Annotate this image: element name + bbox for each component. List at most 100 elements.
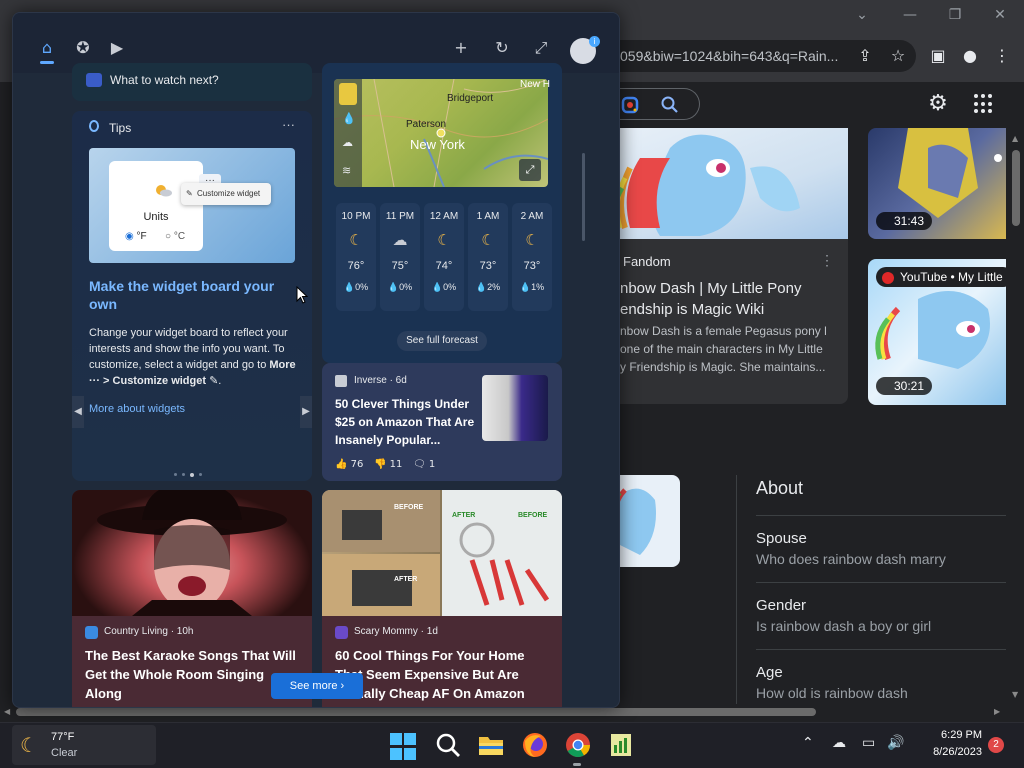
about-item-heading[interactable]: Age [756, 664, 783, 681]
restore-button[interactable]: ❐ [943, 4, 967, 26]
video-duration: 30:21 [876, 377, 933, 395]
news-title[interactable]: 60 Cool Things For Your Home That Seem E… [335, 646, 551, 703]
profile-icon[interactable]: ● [958, 44, 982, 68]
thumbs-up-icon: 👍 [335, 459, 348, 470]
comment-button[interactable]: 🗨 1 [413, 459, 435, 470]
weather-card[interactable]: 💧 ☁ ≋ Bridgeport Paterson New York New H… [322, 63, 562, 363]
precip-value: 0% [399, 282, 413, 292]
video-thumbnail[interactable]: 31:43 [868, 128, 1006, 239]
forecast-temp: 74° [435, 260, 453, 272]
like-button[interactable]: 👍 76 [335, 459, 363, 470]
forecast-temp: 73° [523, 260, 541, 272]
rainbow-dash-image[interactable] [600, 128, 848, 239]
forecast-hour[interactable]: 10 PM ☾ 76° 💧0% [336, 203, 376, 311]
comment-icon: 🗨 [413, 459, 426, 470]
about-item-question[interactable]: Is rainbow dash a boy or girl [756, 618, 931, 634]
cloud-offline-icon[interactable]: ☁ [832, 735, 846, 751]
news-title[interactable]: 50 Clever Things Under $25 on Amazon Tha… [335, 395, 475, 449]
weather-map[interactable] [334, 79, 548, 187]
forecast-precip: 💧2% [468, 282, 508, 293]
video-play-icon[interactable]: ▶ [106, 37, 128, 59]
about-item-heading[interactable]: Spouse [756, 530, 807, 547]
celsius-radio: ○ °C [165, 231, 185, 242]
search-icon[interactable] [660, 95, 680, 115]
watch-next-card[interactable]: What to watch next? [72, 63, 312, 101]
result-title[interactable]: nbow Dash | My Little Pony endship is Ma… [620, 278, 830, 320]
news-source: Inverse · 6d [354, 375, 407, 386]
tips-card[interactable]: Tips ··· Units ◉ °F ○ °C ··· ✎ Customize … [72, 111, 312, 481]
discover-icon[interactable]: ✪ [72, 37, 94, 59]
carousel-prev-button[interactable]: ◀ [72, 396, 84, 428]
google-apps-icon[interactable] [974, 94, 994, 114]
precipitation-icon[interactable]: 💧 [342, 112, 356, 125]
firefox-icon[interactable] [521, 731, 549, 759]
active-tab-indicator [40, 61, 54, 64]
scroll-up-arrow[interactable]: ▲ [1012, 134, 1018, 143]
notification-badge[interactable]: 2 [988, 737, 1004, 753]
news-image[interactable] [72, 490, 312, 616]
side-panel-icon[interactable]: ▣ [926, 44, 950, 68]
vertical-scroll-thumb[interactable] [1012, 150, 1020, 226]
bookmark-star-icon[interactable]: ☆ [886, 44, 910, 68]
comment-count: 1 [428, 459, 436, 470]
scroll-down-arrow[interactable]: ▼ [1012, 690, 1018, 699]
chevron-down-icon[interactable]: ⌄ [850, 4, 874, 26]
forecast-hour[interactable]: 11 PM ☁ 75° 💧0% [380, 203, 420, 311]
start-windows-icon[interactable] [390, 733, 418, 761]
see-more-button[interactable]: See more › [271, 673, 363, 699]
carousel-next-button[interactable]: ▶ [300, 396, 312, 428]
horizontal-scroll-thumb[interactable] [16, 708, 816, 716]
share-icon[interactable]: ⇪ [853, 44, 877, 68]
wind-icon[interactable]: ≋ [342, 164, 351, 177]
cloud-icon[interactable]: ☁ [342, 136, 353, 149]
carousel-pager[interactable] [174, 466, 214, 477]
chevron-up-icon[interactable]: ⌃ [802, 735, 814, 751]
gear-icon[interactable]: ⚙ [926, 92, 950, 116]
dislike-button[interactable]: 👎 11 [374, 459, 402, 470]
moon-icon: ☾ [481, 231, 495, 249]
more-options-icon[interactable]: ··· [282, 117, 295, 132]
refresh-icon[interactable]: ↻ [491, 37, 513, 59]
thermometer-icon[interactable] [339, 83, 357, 105]
volume-icon[interactable]: 🔊 [887, 735, 904, 751]
forecast-hour[interactable]: 1 AM ☾ 73° 💧2% [468, 203, 508, 311]
clock-time[interactable]: 6:29 PM [920, 729, 982, 741]
google-lens-icon[interactable] [620, 95, 640, 115]
about-item-question[interactable]: Who does rainbow dash marry [756, 551, 946, 567]
forecast-hour[interactable]: 2 AM ☾ 73° 💧1% [512, 203, 552, 311]
see-full-forecast-button[interactable]: See full forecast [397, 331, 487, 351]
scroll-right-arrow[interactable]: ▶ [994, 707, 1000, 716]
forecast-hour[interactable]: 12 AM ☾ 74° 💧0% [424, 203, 464, 311]
news-image[interactable]: BEFORE AFTER AFTER BEFORE [322, 490, 562, 616]
tips-title[interactable]: Make the widget board your own [89, 277, 299, 313]
more-options-icon[interactable]: ⋮ [820, 252, 834, 269]
about-item-question[interactable]: How old is rainbow dash [756, 685, 908, 701]
news-title[interactable]: The Best Karaoke Songs That Will Get the… [85, 646, 301, 703]
divider [756, 515, 1006, 516]
search-icon[interactable] [434, 731, 462, 759]
pencil-icon: ✎ [186, 189, 193, 198]
expand-icon[interactable]: ⤢ [530, 37, 552, 59]
about-item-heading[interactable]: Gender [756, 597, 806, 614]
news-thumbnail[interactable] [482, 375, 548, 441]
network-icon[interactable]: ▭ [862, 735, 875, 751]
about-heading: About [756, 478, 804, 498]
scroll-left-arrow[interactable]: ◀ [4, 707, 10, 716]
news-card[interactable]: Inverse · 6d 50 Clever Things Under $25 … [322, 363, 562, 481]
add-widget-icon[interactable]: + [450, 37, 472, 59]
chevron-right-icon: › [340, 680, 345, 692]
minimize-button[interactable]: — [898, 4, 922, 26]
close-button[interactable]: ✕ [988, 4, 1012, 26]
clock-date[interactable]: 8/26/2023 [910, 746, 982, 758]
widgets-scrollbar[interactable] [582, 153, 585, 241]
dislike-count: 11 [389, 459, 403, 470]
chrome-icon[interactable] [564, 731, 592, 759]
home-icon[interactable]: ⌂ [36, 37, 58, 59]
expand-map-icon[interactable]: ⤢ [519, 159, 541, 181]
celsius-label: °C [173, 231, 186, 242]
more-about-widgets-link[interactable]: More about widgets [89, 403, 185, 415]
taskbar-weather-button[interactable]: ☾ 77°F Clear [12, 725, 156, 765]
file-explorer-icon[interactable] [477, 731, 505, 759]
notepad-chart-icon[interactable] [607, 731, 635, 759]
browser-menu-icon[interactable]: ⋮ [990, 44, 1014, 68]
